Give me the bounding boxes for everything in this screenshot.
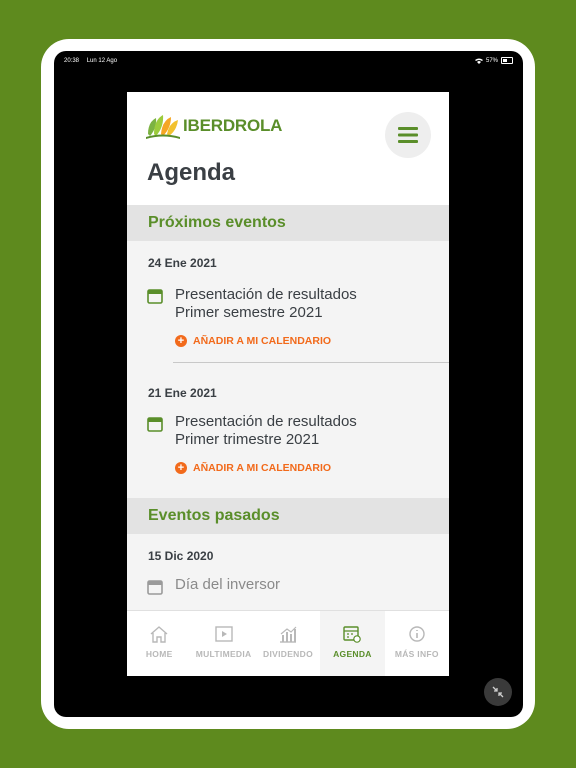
tab-label: MÁS INFO [394,649,439,659]
event-title-line2: Primer trimestre 2021 [175,431,320,448]
add-to-calendar-button[interactable]: + AÑADIR A MI CALENDARIO [175,335,331,347]
add-to-calendar-button[interactable]: + AÑADIR A MI CALENDARIO [175,462,331,474]
calendar-icon [147,417,163,432]
tab-label: MULTIMEDIA [195,649,252,659]
add-to-calendar-label: AÑADIR A MI CALENDARIO [193,462,332,474]
menu-button[interactable] [385,112,431,158]
tab-label: HOME [145,649,173,659]
event-title[interactable]: Presentación de resultados Primer semest… [175,286,357,322]
tab-home[interactable]: HOME [127,611,191,676]
event-date: 21 Ene 2021 [148,386,217,400]
iberdrola-leaves-icon [146,115,180,139]
divider [173,362,449,363]
tab-multimedia[interactable]: MULTIMEDIA [191,611,255,676]
tab-label: DIVIDENDO [263,649,313,659]
calendar-icon [147,580,163,595]
brand-logo: IBERDROLA [146,112,282,140]
collapse-button[interactable] [484,678,512,706]
tab-dividendo[interactable]: DIVIDENDO [256,611,320,676]
upcoming-events-list: 24 Ene 2021 Presentación de resultados P… [127,241,449,498]
calendar-icon [147,289,163,304]
plus-icon: + [175,335,187,347]
calendar-icon [343,626,362,643]
status-date: Lun 12 Ago [86,58,118,64]
wifi-icon [474,58,483,64]
plus-icon: + [175,462,187,474]
event-title-line1: Presentación de resultados [175,413,357,430]
past-section-header: Eventos pasados [127,498,449,534]
home-icon [150,626,168,643]
tab-agenda[interactable]: AGENDA [320,611,385,676]
bottom-tab-bar: HOME MULTIMEDIA DIVIDENDO AGENDA MÁS INF… [127,610,449,676]
page-title: Agenda [147,159,236,186]
event-date: 24 Ene 2021 [148,256,217,270]
event-title[interactable]: Día del inversor [175,576,280,594]
event-title[interactable]: Presentación de resultados Primer trimes… [175,413,357,449]
play-icon [214,626,233,642]
battery-percent: 57% [485,57,498,64]
hamburger-icon [398,127,418,143]
event-date: 15 Dic 2020 [148,549,214,563]
past-section-title: Eventos pasados [148,507,280,524]
tab-mas-info[interactable]: MÁS INFO [385,611,449,676]
bar-chart-icon [280,626,297,643]
battery-icon [501,57,513,64]
add-to-calendar-label: AÑADIR A MI CALENDARIO [193,335,332,347]
upcoming-section-header: Próximos eventos [127,205,449,241]
tab-label: AGENDA [333,649,372,659]
event-title-line1: Presentación de resultados [175,286,357,303]
app-window: IBERDROLA Agenda Próximos eventos 24 Ene… [127,92,449,676]
logo-text: IBERDROLA [183,116,283,135]
upcoming-section-title: Próximos eventos [148,214,286,231]
event-title-line2: Primer semestre 2021 [175,304,323,321]
collapse-arrows-icon [492,686,504,698]
status-bar: 20:38 Lun 12 Ago 57% [54,51,523,71]
status-time: 20:38 [64,58,80,64]
info-icon [409,626,425,642]
past-events-list: 15 Dic 2020 Día del inversor [127,534,449,610]
